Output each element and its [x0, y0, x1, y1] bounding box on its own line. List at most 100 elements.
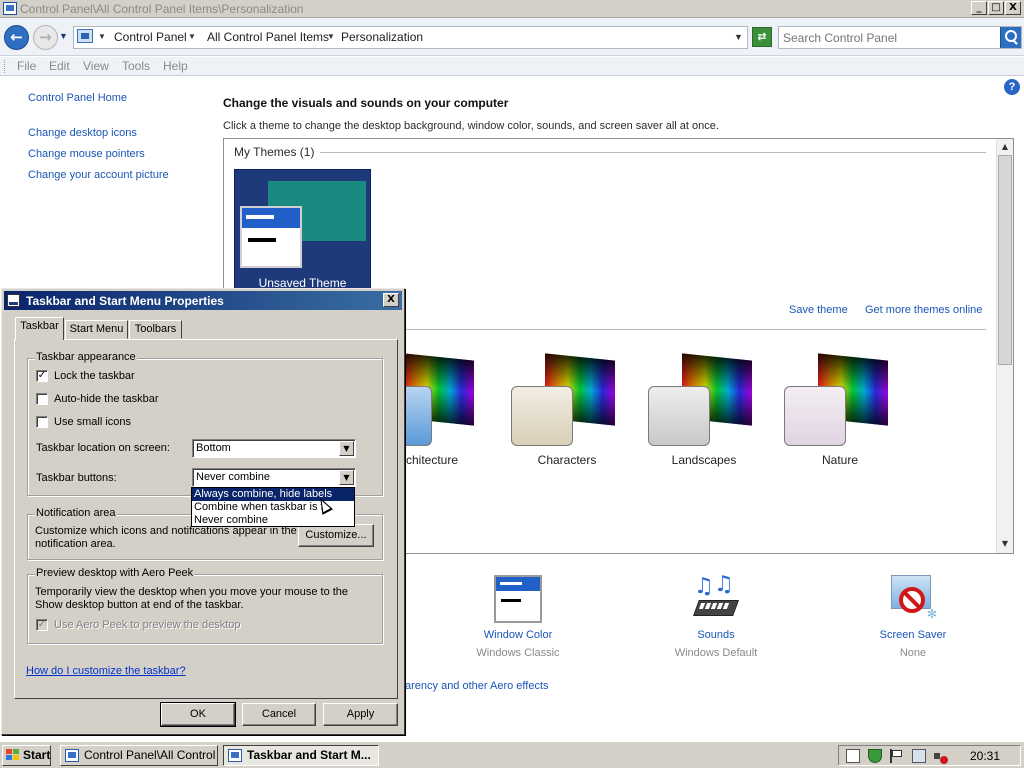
group-divider — [320, 152, 986, 153]
option-always-combine[interactable]: Always combine, hide labels — [192, 488, 354, 501]
search-icon[interactable] — [1000, 27, 1021, 48]
theme-preview-window — [240, 206, 302, 268]
help-icon[interactable]: ? — [1004, 79, 1020, 95]
chevron-down-icon[interactable]: ▼ — [98, 32, 106, 41]
document-icon[interactable] — [846, 749, 860, 763]
cancel-button[interactable]: Cancel — [242, 703, 316, 726]
change-account-picture-link[interactable]: Change your account picture — [28, 169, 169, 181]
breadcrumb-all-items[interactable]: All Control Panel Items — [207, 30, 329, 44]
breadcrumb-personalization[interactable]: Personalization — [341, 30, 423, 44]
theme-color-swatch — [784, 386, 846, 446]
scroll-up-icon[interactable]: ▲ — [1000, 142, 1010, 152]
auto-hide-label[interactable]: Auto-hide the taskbar — [54, 393, 159, 405]
taskbar-buttons-value: Never combine — [196, 471, 270, 483]
back-button[interactable]: ← — [4, 25, 29, 50]
page-title: Change the visuals and sounds on your co… — [223, 96, 509, 110]
chevron-down-icon[interactable]: ▼ — [339, 470, 354, 485]
change-mouse-pointers-link[interactable]: Change mouse pointers — [28, 148, 145, 160]
search-input[interactable] — [783, 30, 993, 45]
small-icons-checkbox[interactable] — [36, 416, 48, 428]
scroll-thumb[interactable] — [998, 155, 1012, 365]
flag-icon[interactable] — [890, 749, 904, 763]
aero-peek-description: Temporarily view the desktop when you mo… — [35, 586, 349, 611]
address-history-dropdown-icon[interactable]: ▼ — [734, 32, 743, 42]
chevron-down-icon[interactable]: ▼ — [188, 32, 196, 41]
save-theme-link[interactable]: Save theme — [789, 304, 848, 316]
window-color-link[interactable]: Window Color — [478, 629, 558, 641]
taskbar-location-value: Bottom — [196, 442, 231, 454]
forward-button[interactable]: → — [33, 25, 58, 50]
recent-pages-dropdown-icon[interactable]: ▼ — [59, 31, 68, 41]
customize-button[interactable]: Customize... — [298, 524, 374, 547]
customize-taskbar-help-link[interactable]: How do I customize the taskbar? — [26, 665, 186, 677]
menu-tools[interactable]: Tools — [122, 59, 150, 73]
tab-toolbars[interactable]: Toolbars — [129, 320, 182, 339]
ok-button[interactable]: OK — [160, 702, 236, 727]
lock-taskbar-label[interactable]: Lock the taskbar — [54, 370, 135, 382]
tab-start-menu[interactable]: Start Menu — [65, 320, 128, 339]
unsaved-theme-tile[interactable]: Unsaved Theme — [234, 169, 371, 294]
tab-taskbar[interactable]: Taskbar — [15, 317, 64, 340]
sounds-link[interactable]: Sounds — [676, 629, 756, 641]
refresh-button[interactable]: ⇄ — [752, 27, 772, 47]
screen-saver-value: None — [899, 647, 927, 659]
sounds-icon[interactable]: ♫ ♫ — [690, 572, 742, 626]
shield-icon[interactable] — [868, 749, 882, 763]
notification-area-description: Customize which icons and notifications … — [35, 525, 297, 550]
menu-help[interactable]: Help — [163, 59, 188, 73]
taskbar-location-label: Taskbar location on screen: — [36, 442, 170, 454]
system-tray: 20:31 — [838, 745, 1021, 766]
taskbar-location-select[interactable]: Bottom ▼ — [192, 439, 356, 458]
window-color-icon[interactable] — [494, 575, 542, 623]
window-color-value: Windows Classic — [476, 647, 560, 659]
taskbar-item-label: Control Panel\All Control ... — [84, 748, 218, 762]
maximize-button[interactable]: □ — [988, 1, 1004, 15]
menu-file[interactable]: File — [17, 59, 36, 73]
volume-muted-icon[interactable] — [934, 749, 948, 764]
scroll-down-icon[interactable]: ▼ — [1000, 539, 1010, 549]
small-icons-label[interactable]: Use small icons — [54, 416, 131, 428]
taskbar-buttons-select[interactable]: Never combine ▼ — [192, 468, 356, 487]
auto-hide-checkbox[interactable] — [36, 393, 48, 405]
search-box[interactable] — [778, 26, 1022, 49]
window-titlebar: Control Panel\All Control Panel Items\Pe… — [0, 0, 1024, 18]
get-more-themes-link[interactable]: Get more themes online — [865, 304, 982, 316]
start-button[interactable]: Start — [2, 745, 51, 766]
network-icon[interactable] — [912, 749, 926, 763]
control-panel-home-link[interactable]: Control Panel Home — [28, 92, 127, 104]
change-desktop-icons-link[interactable]: Change desktop icons — [28, 127, 137, 139]
screen-saver-link[interactable]: Screen Saver — [872, 629, 954, 641]
close-button[interactable]: X — [1005, 1, 1021, 15]
option-never-combine[interactable]: Never combine — [192, 514, 354, 527]
taskbar-item-taskbar-properties[interactable]: Taskbar and Start M... — [223, 745, 379, 766]
start-label: Start — [23, 748, 51, 762]
theme-list-scrollbar[interactable]: ▲ ▼ — [996, 139, 1013, 553]
breadcrumb[interactable]: ▼ Control Panel ▼ All Control Panel Item… — [73, 26, 748, 49]
dialog-titlebar: Taskbar and Start Menu Properties X — [4, 291, 402, 310]
dialog-close-button[interactable]: X — [383, 293, 399, 307]
minimize-button[interactable]: _ — [971, 1, 987, 15]
chevron-down-icon[interactable]: ▼ — [327, 32, 335, 41]
aero-peek-label: Use Aero Peek to preview the desktop — [54, 619, 241, 631]
menu-edit[interactable]: Edit — [49, 59, 70, 73]
theme-characters-label: Characters — [537, 453, 597, 467]
theme-landscapes[interactable]: Landscapes — [648, 353, 760, 467]
group-divider — [404, 329, 986, 330]
theme-characters[interactable]: Characters — [511, 353, 623, 467]
dialog-title: Taskbar and Start Menu Properties — [26, 294, 224, 308]
theme-color-swatch — [511, 386, 573, 446]
menu-bar: File Edit View Tools Help — [0, 57, 1024, 76]
screen-saver-icon[interactable]: ✻ — [889, 575, 939, 623]
my-themes-group-label: My Themes (1) — [234, 145, 315, 159]
aero-effects-link[interactable]: arency and other Aero effects — [405, 680, 549, 692]
page-subtitle: Click a theme to change the desktop back… — [223, 120, 719, 132]
menu-view[interactable]: View — [83, 59, 109, 73]
taskbar-item-control-panel[interactable]: Control Panel\All Control ... — [60, 745, 218, 766]
breadcrumb-control-panel[interactable]: Control Panel — [114, 30, 187, 44]
lock-taskbar-checkbox[interactable]: ✓ — [36, 370, 48, 382]
apply-button[interactable]: Apply — [323, 703, 398, 726]
chevron-down-icon[interactable]: ▼ — [339, 441, 354, 456]
theme-nature[interactable]: Nature — [784, 353, 896, 467]
taskbar-item-label: Taskbar and Start M... — [247, 748, 371, 762]
windows-taskbar: Start Control Panel\All Control ... Task… — [0, 741, 1024, 768]
